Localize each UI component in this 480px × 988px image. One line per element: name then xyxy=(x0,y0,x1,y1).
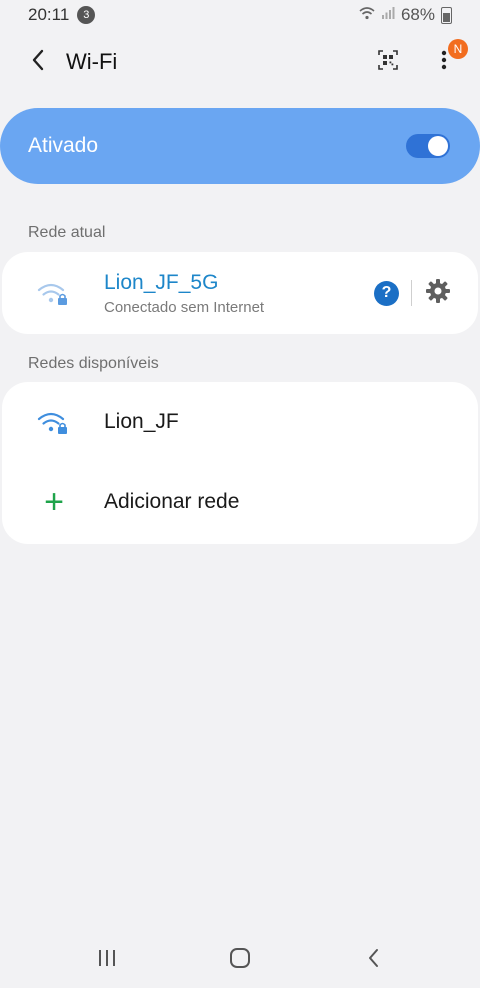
current-network-card: Lion_JF_5G Conectado sem Internet ? xyxy=(2,252,478,334)
app-actions: N xyxy=(372,39,468,78)
more-options-button[interactable]: N xyxy=(428,39,468,78)
app-bar: Wi-Fi N xyxy=(0,34,480,90)
nav-back-button[interactable] xyxy=(349,940,397,980)
help-button[interactable]: ? xyxy=(374,280,399,306)
battery-icon xyxy=(441,6,452,24)
nav-back-icon xyxy=(366,947,380,974)
section-header-current: Rede atual xyxy=(28,224,106,241)
network-text: Lion_JF xyxy=(104,410,179,434)
battery-percent: 68% xyxy=(400,5,435,24)
current-network-status: Conectado sem Internet xyxy=(104,298,265,316)
current-network-row[interactable]: Lion_JF_5G Conectado sem Internet ? xyxy=(2,252,478,334)
divider xyxy=(411,280,412,306)
wifi-lock-icon xyxy=(36,407,72,437)
more-vert-icon xyxy=(441,50,447,75)
switch-knob xyxy=(428,136,448,156)
add-network-text: Adicionar rede xyxy=(104,490,239,514)
notification-badge: N xyxy=(448,39,468,59)
add-network-label: Adicionar rede xyxy=(104,490,240,513)
home-icon xyxy=(229,947,251,974)
current-network-actions: ? xyxy=(374,278,452,309)
recents-icon xyxy=(97,949,117,972)
wifi-lock-icon xyxy=(36,278,72,308)
back-icon xyxy=(31,49,45,76)
plus-icon: + xyxy=(44,483,64,521)
signal-icon xyxy=(381,5,395,25)
status-right: 68% xyxy=(359,5,452,25)
status-left: 20:11 3 xyxy=(28,5,96,25)
available-networks-card: Lion_JF + Adicionar rede xyxy=(2,382,478,544)
network-settings-button[interactable] xyxy=(424,278,452,309)
master-toggle-label: Ativado xyxy=(28,134,99,157)
help-icon: ? xyxy=(381,284,392,301)
wifi-switch[interactable] xyxy=(406,134,450,158)
wifi-master-toggle[interactable]: Ativado xyxy=(0,108,480,184)
home-button[interactable] xyxy=(216,940,264,980)
status-time: 20:11 xyxy=(28,5,70,24)
gear-icon xyxy=(425,278,451,309)
status-bar: 20:11 3 68% xyxy=(0,0,480,30)
network-row[interactable]: Lion_JF xyxy=(2,382,478,462)
wifi-status-icon xyxy=(359,5,375,25)
section-header-available: Redes disponíveis xyxy=(28,355,159,372)
network-name: Lion_JF xyxy=(104,410,179,433)
qr-code-icon xyxy=(378,49,398,75)
qr-code-button[interactable] xyxy=(372,46,404,78)
add-network-row[interactable]: + Adicionar rede xyxy=(2,462,478,542)
current-network-text: Lion_JF_5G Conectado sem Internet xyxy=(104,271,264,316)
navigation-bar xyxy=(0,932,480,988)
page-title: Wi-Fi xyxy=(66,49,118,74)
current-network-name: Lion_JF_5G xyxy=(104,270,219,294)
back-button[interactable] xyxy=(20,44,56,80)
recents-button[interactable] xyxy=(83,940,131,980)
notification-count-badge: 3 xyxy=(77,6,96,24)
